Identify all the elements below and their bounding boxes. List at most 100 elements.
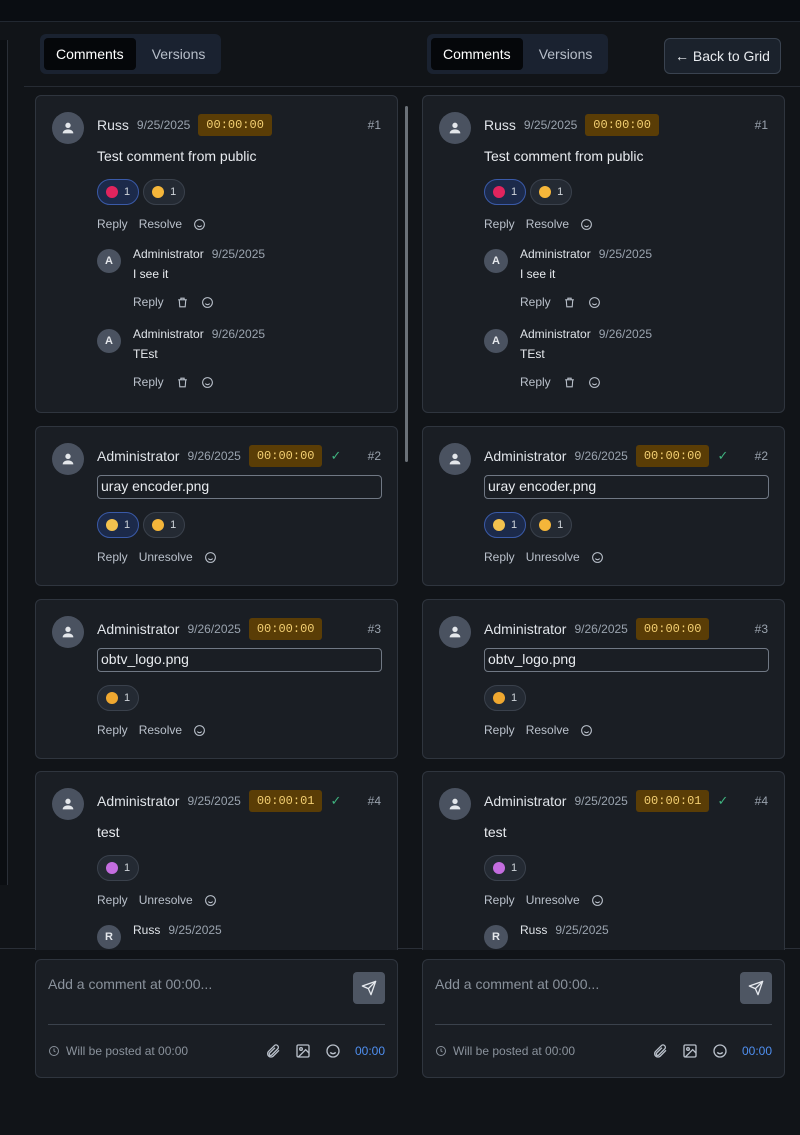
reaction-bar: 1: [484, 685, 527, 711]
attachment-link[interactable]: obtv_logo.png: [484, 648, 769, 672]
reply-button[interactable]: Reply: [97, 217, 128, 231]
resolve-button[interactable]: Unresolve: [526, 550, 580, 564]
delete-button[interactable]: [563, 296, 576, 309]
send-button[interactable]: [353, 972, 385, 1004]
resolve-button[interactable]: Resolve: [139, 723, 182, 737]
add-reaction-button[interactable]: [580, 218, 593, 231]
timestamp-badge[interactable]: 00:00:00: [635, 445, 710, 467]
resolve-button[interactable]: Unresolve: [526, 893, 580, 907]
send-icon: [361, 980, 377, 996]
tab-versions[interactable]: Versions: [527, 38, 605, 70]
reaction-button[interactable]: 1: [530, 179, 573, 205]
resolve-button[interactable]: Unresolve: [139, 550, 193, 564]
comment-actions: Reply Resolve: [97, 723, 206, 737]
add-reaction-button[interactable]: [591, 551, 604, 564]
timestamp-badge[interactable]: 00:00:01: [635, 790, 710, 812]
reply-button[interactable]: Reply: [97, 723, 128, 737]
delete-button[interactable]: [176, 376, 189, 389]
reaction-count: 1: [124, 692, 131, 704]
add-reaction-button[interactable]: [201, 376, 214, 389]
reply-button[interactable]: Reply: [97, 893, 128, 907]
reply-button[interactable]: Reply: [520, 375, 551, 389]
comment-list[interactable]: Russ 9/25/2025 00:00:00 #1 Test comment from…: [35, 95, 398, 950]
composer-divider-line: [435, 1024, 772, 1025]
reply-button[interactable]: Reply: [133, 295, 164, 309]
resolved-check-icon: ✓: [330, 448, 342, 463]
comment-input[interactable]: Add a comment at 00:00...: [48, 976, 328, 992]
timestamp-badge[interactable]: 00:00:00: [248, 618, 323, 640]
smiley-icon: [204, 551, 216, 563]
timestamp-badge[interactable]: 00:00:00: [248, 445, 323, 467]
reply-item: A Administrator 9/26/2025 TEst Reply: [484, 327, 774, 393]
resolved-check-icon: ✓: [330, 793, 342, 808]
tab-comments[interactable]: Comments: [431, 38, 523, 70]
emoji-icon[interactable]: [712, 1043, 728, 1059]
delete-button[interactable]: [176, 296, 189, 309]
add-reaction-button[interactable]: [201, 296, 214, 309]
timestamp-badge[interactable]: 00:00:00: [198, 114, 272, 136]
reaction-button[interactable]: 1: [484, 855, 527, 881]
timestamp-badge[interactable]: 00:00:01: [248, 790, 323, 812]
add-reaction-button[interactable]: [591, 894, 604, 907]
attachment-link[interactable]: uray encoder.png: [484, 475, 769, 499]
comment-list[interactable]: Russ 9/25/2025 00:00:00 #1 Test comment from…: [422, 95, 785, 950]
attachment-link[interactable]: obtv_logo.png: [97, 648, 382, 672]
reply-button[interactable]: Reply: [484, 723, 515, 737]
smiley-icon: [194, 724, 205, 736]
reply-date: 9/25/2025: [555, 923, 609, 937]
comment-text: Test comment from public: [97, 148, 257, 164]
reaction-button[interactable]: 1: [530, 512, 573, 538]
reply-button[interactable]: Reply: [97, 550, 128, 564]
add-reaction-button[interactable]: [588, 296, 601, 309]
comment-card: Russ 9/25/2025 00:00:00 #1 Test comment from…: [422, 95, 785, 413]
resolve-button[interactable]: Resolve: [139, 217, 182, 231]
image-icon[interactable]: [295, 1043, 311, 1059]
party-emoji: [493, 862, 505, 874]
resolve-button[interactable]: Resolve: [526, 217, 569, 231]
reaction-button[interactable]: 1: [97, 685, 140, 711]
reply-button[interactable]: Reply: [133, 375, 164, 389]
tab-comments[interactable]: Comments: [44, 38, 136, 70]
add-reaction-button[interactable]: [580, 724, 593, 737]
timestamp-button[interactable]: 00:00: [742, 1044, 772, 1058]
attachment-link[interactable]: uray encoder.png: [97, 475, 382, 499]
comment-author: Administrator: [484, 621, 567, 637]
comment-input[interactable]: Add a comment at 00:00...: [435, 976, 715, 992]
comment-card: Administrator 9/26/2025 00:00:00 ✓ #2 uray en…: [35, 426, 398, 586]
resolve-button[interactable]: Resolve: [526, 723, 569, 737]
reaction-button[interactable]: 1: [484, 512, 527, 538]
reaction-button[interactable]: 1: [97, 855, 140, 881]
reply-button[interactable]: Reply: [484, 217, 515, 231]
add-reaction-button[interactable]: [193, 724, 206, 737]
add-reaction-button[interactable]: [588, 376, 601, 389]
attach-icon[interactable]: [652, 1043, 668, 1059]
add-reaction-button[interactable]: [204, 894, 217, 907]
image-icon[interactable]: [682, 1043, 698, 1059]
reaction-button[interactable]: 1: [484, 179, 527, 205]
reaction-button[interactable]: 1: [97, 512, 140, 538]
reaction-button[interactable]: 1: [484, 685, 527, 711]
reaction-button[interactable]: 1: [97, 179, 140, 205]
emoji-icon[interactable]: [325, 1043, 341, 1059]
add-reaction-button[interactable]: [204, 551, 217, 564]
timestamp-badge[interactable]: 00:00:00: [635, 618, 710, 640]
reply-button[interactable]: Reply: [520, 295, 551, 309]
app-root: ← Back to Grid Comments Versions Russ 9/2…: [0, 0, 800, 1135]
send-button[interactable]: [740, 972, 772, 1004]
tab-versions[interactable]: Versions: [140, 38, 218, 70]
reply-button[interactable]: Reply: [484, 550, 515, 564]
attach-icon[interactable]: [265, 1043, 281, 1059]
smiley-icon: [591, 894, 603, 906]
resolve-button[interactable]: Unresolve: [139, 893, 193, 907]
delete-button[interactable]: [563, 376, 576, 389]
reaction-button[interactable]: 1: [143, 512, 186, 538]
reply-text: I see it: [520, 267, 556, 281]
trash-icon: [564, 377, 574, 387]
reaction-button[interactable]: 1: [143, 179, 186, 205]
add-reaction-button[interactable]: [193, 218, 206, 231]
timestamp-button[interactable]: 00:00: [355, 1044, 385, 1058]
reply-item: RRuss9/25/2025Reply: [484, 923, 774, 950]
reply-button[interactable]: Reply: [484, 893, 515, 907]
comment-composer: Add a comment at 00:00... Will be posted…: [422, 959, 785, 1078]
timestamp-badge[interactable]: 00:00:00: [585, 114, 659, 136]
